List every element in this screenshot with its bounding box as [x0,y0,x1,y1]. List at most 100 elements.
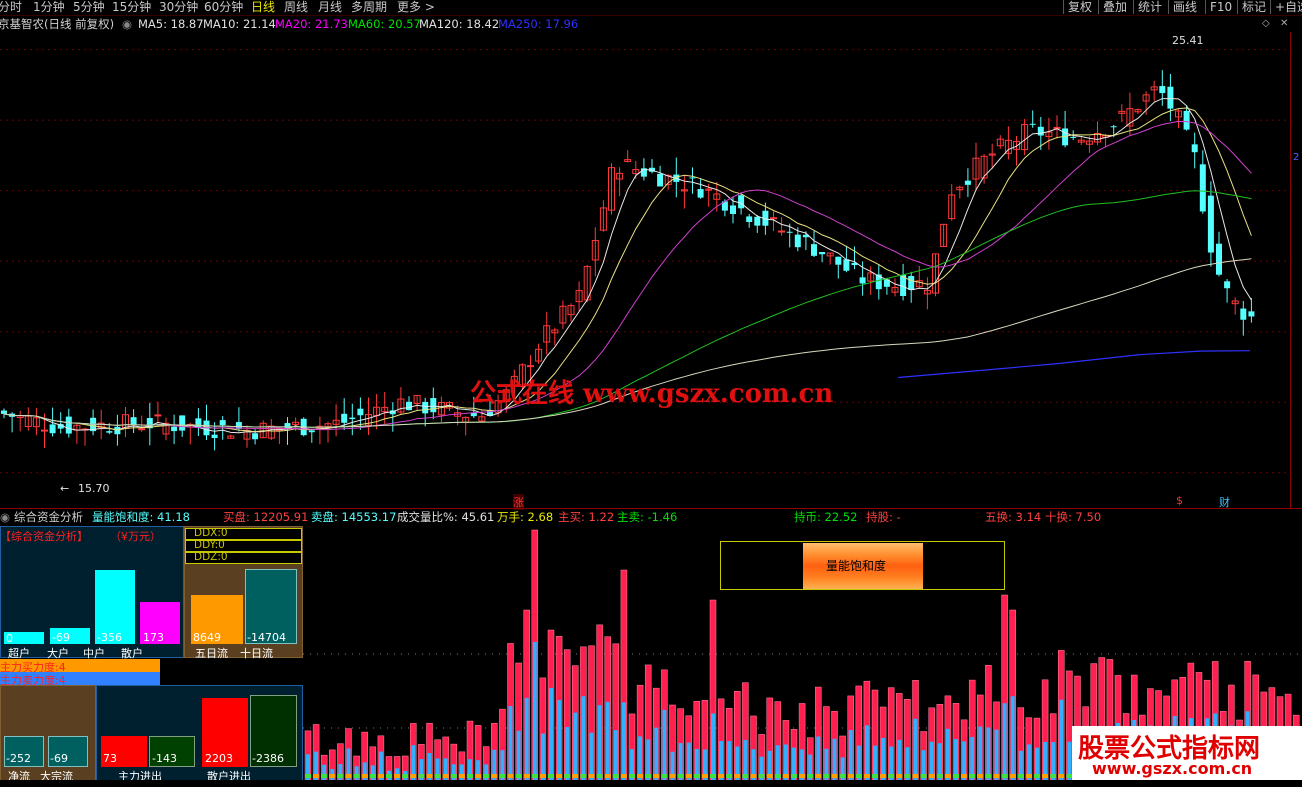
vol-bar-base [386,774,392,778]
min-price-label: 15.70 [78,482,110,495]
candle-body-down [1037,126,1044,136]
vol-bar-base [305,774,311,778]
dividend-marker[interactable]: $ [1176,494,1183,507]
candle-body-down [746,216,753,223]
candle-body-down [794,234,801,248]
sell-value: 卖盘: 14553.17 [311,510,397,524]
indicator-name: 综合资金分析 [14,510,83,524]
vol-bar-base [734,774,741,778]
vol-bar-base [904,774,911,778]
vol-bar-inner [524,697,529,780]
vol-bar-base [313,774,320,778]
candle-body-down [835,256,842,265]
period-15min[interactable]: 15分钟 [112,0,151,15]
period-more[interactable]: 更多 > [397,0,435,15]
vol-bar-base [394,774,401,778]
vol-bar-base [685,774,692,778]
vol-bar-inner [954,739,958,780]
fuquan-button[interactable]: 复权 [1063,0,1096,14]
period-week[interactable]: 周线 [284,0,308,15]
vol-bar-inner [945,728,950,780]
vol-bar-inner [1010,696,1015,780]
vol-bar-inner [832,738,837,780]
period-toolbar: 分时 1分钟 5分钟 15分钟 30分钟 60分钟 日线 周线 月线 多周期 更… [0,0,1302,16]
axis-edge-label: 2 [1293,152,1300,163]
ddx-value: DDX:0 [194,527,228,539]
vol-bar-inner [978,726,983,780]
ddy-value: DDY:0 [194,539,225,551]
ma10-label: MA10: 21.14 [203,17,276,31]
bar-retail-value: 173 [143,631,164,644]
candle-body-down [1183,110,1190,130]
vol-bar-base [629,774,635,778]
vol-bar-base [880,774,887,778]
ma20-label: MA20: 21.73 [275,17,348,31]
vol-bar-base [523,774,530,778]
period-60min[interactable]: 60分钟 [204,0,243,15]
vol-bar-base [718,774,725,778]
saturation-value: 量能饱和度: 41.18 [92,510,190,524]
period-multi[interactable]: 多周期 [351,0,387,15]
vol-bar-base [345,774,352,778]
stats-button[interactable]: 统计 [1133,0,1166,14]
vol-bar-base [791,774,797,778]
candle-body-down [730,205,736,214]
period-month[interactable]: 月线 [318,0,342,15]
vol-bar-base [710,774,716,778]
vol-bar-inner [516,730,521,780]
legend-toggle-icon[interactable]: ◉ [122,17,132,31]
period-1min[interactable]: 1分钟 [33,0,65,15]
fund-analysis-panel: 【综合资金分析】 （¥万元） 0 -69 -356 173 超户 大户 中户 散… [0,526,303,783]
f10-button[interactable]: F10 [1205,0,1236,14]
vol-bar-base [677,774,684,778]
vol-bar-base [799,774,806,778]
vol-bar-base [774,774,781,778]
vol-bar-base [742,774,749,778]
vol-bar-inner [557,700,562,780]
ddz-value: DDZ:0 [194,551,228,563]
vol-bar-inner [986,727,991,780]
bar-big-value: -69 [52,631,70,644]
candle-body-down [1240,308,1247,320]
candle-body-down [859,277,866,284]
vol-bar-base [823,774,830,778]
label-ten-day: 十日流 [240,647,273,660]
stock-name: 京基智农(日线 前复权) [0,17,115,31]
sub-toggle-icon[interactable]: ◉ [0,510,10,524]
candle-body-down [211,434,218,438]
bar-retail-out-value: -2386 [252,752,284,765]
vol-bar-base [1034,774,1040,778]
vol-bar-base [507,774,514,778]
candle-body-down [1070,136,1077,138]
vol-bar-inner [654,727,659,780]
min-arrow-icon: ← [60,482,70,495]
vol-bar-inner [897,739,902,780]
draw-button[interactable]: 画线 [1168,0,1201,14]
period-5min[interactable]: 5分钟 [73,0,105,15]
ma60-label: MA60: 20.57 [348,17,421,31]
vol-bar-inner [621,702,626,780]
mark-button[interactable]: 标记 [1237,0,1270,14]
add-watchlist-button[interactable]: +自选 [1270,0,1302,14]
vol-bar-inner [711,713,715,780]
vol-bar-base [458,774,465,778]
candle-body-down [406,401,412,411]
vol-bar-base [329,774,336,778]
vol-bar-base [410,774,417,778]
overlay-button[interactable]: 叠加 [1098,0,1131,14]
vol-bar-base [1050,774,1057,778]
period-30min[interactable]: 30分钟 [159,0,198,15]
period-day[interactable]: 日线 [251,0,275,15]
hold-stock-value: 持股: - [866,510,901,524]
period-fenshi[interactable]: 分时 [0,0,22,15]
candle-body-down [786,231,793,233]
pane-divider[interactable] [0,508,1302,509]
vol-bar-inner [613,730,618,780]
close-icon[interactable]: ✕ [1280,17,1288,31]
vol-bar-base [620,774,627,778]
vol-bar-base [953,774,959,778]
vol-bar-base [637,774,644,778]
candlestick-chart[interactable] [0,32,1290,508]
settings-diamond-icon[interactable]: ◇ [1262,17,1270,31]
vol-bar-base [418,774,425,778]
